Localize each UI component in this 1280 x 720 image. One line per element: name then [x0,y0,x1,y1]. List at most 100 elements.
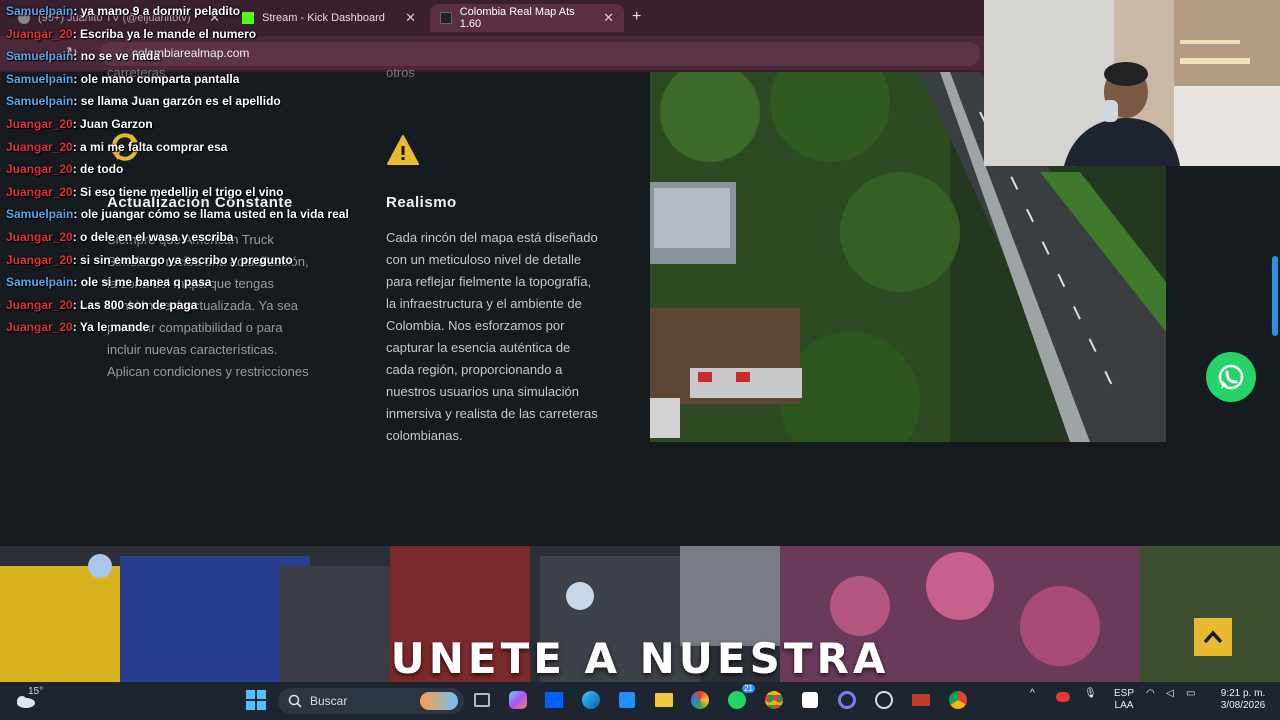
chat-text: : Si eso tiene medellin el trigo el vino [72,184,284,199]
chat-text: : ole si me banea q pasa [73,275,212,290]
chat-username: Juangar_20 [6,252,73,267]
clock-date: 3/08/2026 [1220,700,1266,711]
feature-description: Cada rincón del mapa está diseñado con u… [386,227,636,447]
chat-username: Samuelpain [6,275,74,290]
obs-icon[interactable] [835,688,859,712]
chat-message: Juangar_20: Las 800 son de paga [6,298,366,321]
search-placeholder: Buscar [310,694,348,708]
microphone-icon[interactable]: 🎙 [1084,688,1097,700]
stream-chat-overlay: Samuelpain: ya mano 9 a dormir peladito … [6,4,366,343]
edge-browser-icon[interactable] [579,688,603,712]
search-highlight-icon [420,692,458,710]
dropbox-icon[interactable] [542,688,566,712]
taskbar-search[interactable]: Buscar [278,688,464,714]
chat-message: Juangar_20: Ya le mande [6,320,366,343]
feature-line: para reflejar fielmente la topografía, [386,274,592,289]
site-favicon-icon [440,12,452,24]
chat-text: : se llama Juan garzón es el apellido [73,94,281,109]
capcut-icon[interactable] [798,688,822,712]
chat-username: Samuelpain [6,4,74,18]
chat-username: Juangar_20 [6,116,73,131]
feature-line: cada región, proporcionando a [386,362,563,377]
tray-app-icon[interactable] [1056,688,1070,702]
feature-realism: Realismo Cada rincón del mapa está diseñ… [386,194,636,447]
chat-text: : ya mano 9 a dormir peladito [73,4,241,18]
chat-message: Juangar_20: o dele en el wasa y escriba [6,230,366,253]
chat-message: Juangar_20: si sin embargo ya escribo y … [6,253,366,276]
volume-icon[interactable]: ◁ [1166,688,1174,700]
keyboard-layout: LAA [1114,700,1134,711]
clock-time: 9:21 p. m. [1220,688,1266,699]
feature-line: Aplican condiciones y restricciones [107,364,309,379]
chat-text: : Juan Garzon [72,116,153,131]
chat-username: Juangar_20 [6,184,73,199]
chat-text: : ole juangar cómo se llama usted en la … [73,207,349,222]
clock[interactable]: 9:21 p. m. 3/08/2026 [1212,688,1274,712]
app-icon-colorwheel[interactable] [688,688,712,712]
chrome-active-icon[interactable] [946,688,970,712]
chat-username: Juangar_20 [6,229,73,244]
webcam-feed-graphic [984,0,1280,166]
temperature-label: 15° [28,686,44,697]
chat-username: Juangar_20 [6,139,73,154]
warning-triangle-icon [387,135,419,165]
chat-text: : Escriba ya le mande el numero [72,26,257,41]
feature-line: Colombia. Nos esforzamos por [386,318,565,333]
chat-message: Samuelpain: ole si me banea q pasa [6,275,366,298]
show-hidden-icons[interactable]: ^ [1030,688,1035,700]
chat-text: : a mi me falta comprar esa [72,139,228,154]
chat-message: Samuelpain: ole mano comparta pantalla [6,72,366,95]
webcam-overlay [984,0,1280,166]
whatsapp-button[interactable] [1206,352,1256,402]
chat-text: : Ya le mande [72,320,150,335]
chevron-up-icon [1203,630,1223,644]
fragment-text-mid: otros [386,65,415,80]
new-tab-button[interactable]: + [632,8,641,26]
feature-title: Realismo [386,194,457,211]
chat-text: : o dele en el wasa y escriba [72,229,234,244]
chat-text: : ole mano comparta pantalla [73,71,240,86]
close-tab-icon[interactable]: ✕ [603,10,614,26]
chat-username: Juangar_20 [6,320,73,335]
start-button[interactable] [244,688,268,712]
input-language[interactable]: ESP LAA [1112,688,1136,712]
battery-icon[interactable]: ▭ [1186,688,1195,700]
scroll-to-top-button[interactable] [1194,618,1232,656]
chat-username: Samuelpain [6,94,74,109]
file-explorer-icon[interactable] [652,688,676,712]
feature-line: nuestros usuarios una simulación [386,384,579,399]
feature-line: con un meticuloso nivel de detalle [386,252,582,267]
feature-line: inmersiva y realista de las carreteras [386,406,598,421]
chat-message: Samuelpain: se llama Juan garzón es el a… [6,94,366,117]
page-scrollbar[interactable] [1272,256,1278,336]
tab-colombia-real-map[interactable]: Colombia Real Map Ats 1.60 ✕ [430,4,624,32]
whatsapp-taskbar-icon[interactable]: 21 [725,684,755,712]
chat-username: Juangar_20 [6,26,73,41]
steam-icon[interactable] [872,688,896,712]
chat-message: Samuelpain: no se ve nada [6,49,366,72]
join-banner-title: UNETE A NUESTRA [390,634,890,683]
feature-line: capturar la esencia auténtica de [386,340,571,355]
whatsapp-icon [1218,364,1244,390]
windows-logo-icon [246,690,266,710]
chat-text: : no se ve nada [73,49,161,64]
search-icon [288,694,302,708]
store-icon[interactable] [615,688,639,712]
notification-badge: 21 [742,684,755,693]
chat-message: Juangar_20: Escriba ya le mande el numer… [6,27,366,50]
chat-message: Juangar_20: a mi me falta comprar esa [6,140,366,163]
truck-game-icon[interactable] [909,688,933,712]
feature-line: Cada rincón del mapa está diseñado [386,230,598,245]
close-tab-icon[interactable]: ✕ [405,10,416,26]
chat-message: Samuelpain: ya mano 9 a dormir peladito [6,4,366,27]
chat-username: Juangar_20 [6,162,73,177]
chat-username: Samuelpain [6,207,74,222]
chrome-icon[interactable] [762,688,786,712]
copilot-icon[interactable] [506,688,530,712]
chat-username: Samuelpain [6,49,74,64]
task-view-icon[interactable] [470,688,494,712]
wifi-icon[interactable]: ◠ [1146,688,1155,700]
chat-message: Juangar_20: Juan Garzon [6,117,366,140]
feature-line: colombianas. [386,428,463,443]
chat-text: : si sin embargo ya escribo y pregunto [72,252,293,267]
